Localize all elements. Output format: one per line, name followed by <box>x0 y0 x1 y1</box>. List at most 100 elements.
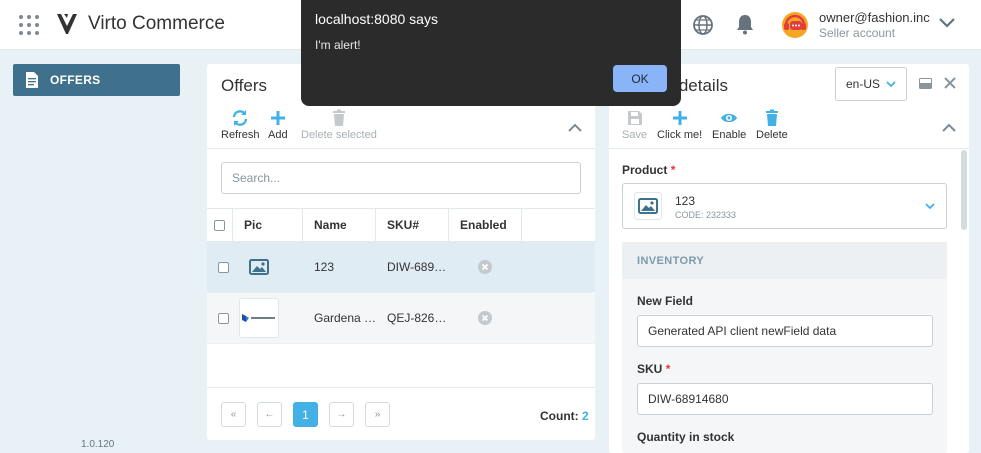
chevron-down-icon <box>925 203 935 210</box>
refresh-label: Refresh <box>221 129 260 141</box>
language-select[interactable]: en-US <box>835 67 907 101</box>
record-count: Count: 2 <box>540 409 589 423</box>
notifications-bell-icon[interactable] <box>735 13 755 35</box>
minimize-icon[interactable] <box>919 78 932 89</box>
click-me-button[interactable]: Click me! <box>657 109 702 141</box>
sidebar-item-offers[interactable]: OFFERS <box>13 64 180 96</box>
table-row[interactable]: Gardena … QEJ-826… <box>207 293 595 344</box>
name-cell: Gardena … <box>314 311 376 325</box>
enabled-cell <box>449 242 522 292</box>
offer-details-blade: er details en-US Save Click me! Enable D… <box>609 64 969 453</box>
offers-blade: Offers Refresh Add Delete selected Searc… <box>207 64 595 440</box>
new-field-input[interactable]: Generated API client newField data <box>637 315 933 347</box>
sku-cell: QEJ-826… <box>387 311 447 325</box>
offers-table: Pic Name SKU# Enabled 123 DIW-689… Garde… <box>207 208 595 344</box>
trash-icon <box>332 109 345 126</box>
row-thumbnail <box>239 298 279 338</box>
toolbar-divider <box>609 148 969 149</box>
pager-divider <box>207 387 595 388</box>
alert-dialog: localhost:8080 says I'm alert! OK <box>301 0 681 106</box>
last-page-button[interactable]: » <box>365 402 390 427</box>
delete-selected-button[interactable]: Delete selected <box>301 109 377 141</box>
chevron-down-icon[interactable] <box>938 17 956 29</box>
column-header-enabled[interactable]: Enabled <box>449 209 522 241</box>
delete-label: Delete <box>756 129 788 141</box>
next-page-button[interactable]: → <box>329 402 354 427</box>
chevron-down-icon <box>886 81 896 88</box>
add-button[interactable]: Add <box>268 109 288 141</box>
prev-page-button[interactable]: ← <box>257 402 282 427</box>
column-header-pic[interactable]: Pic <box>233 209 303 241</box>
plus-icon <box>270 111 285 125</box>
app-name: Virto Commerce <box>88 13 225 34</box>
column-header-spacer <box>522 209 595 241</box>
inventory-header[interactable]: INVENTORY <box>622 242 947 279</box>
document-icon <box>26 72 38 88</box>
disabled-x-icon <box>478 260 492 274</box>
select-all-cell <box>207 209 233 241</box>
column-header-name[interactable]: Name <box>303 209 376 241</box>
first-page-button[interactable]: « <box>221 402 246 427</box>
enable-button[interactable]: Enable <box>712 109 746 141</box>
row-checkbox[interactable] <box>218 261 229 273</box>
globe-icon[interactable] <box>692 14 714 36</box>
product-label-text: Product <box>622 163 668 177</box>
alert-message: I'm alert! <box>315 38 361 52</box>
disabled-x-icon <box>478 311 492 325</box>
product-code: CODE: 232333 <box>675 210 737 220</box>
quantity-label: Quantity in stock <box>637 430 735 444</box>
name-cell: 123 <box>314 260 335 274</box>
language-value: en-US <box>846 77 881 91</box>
ok-button[interactable]: OK <box>613 65 667 92</box>
save-label: Save <box>622 129 648 141</box>
user-email[interactable]: owner@fashion.inc <box>819 10 930 25</box>
search-input[interactable] <box>221 162 581 194</box>
count-value: 2 <box>582 409 589 423</box>
product-label: Product * <box>622 163 675 177</box>
save-icon <box>627 111 642 125</box>
row-check-cell <box>207 293 233 343</box>
click-me-label: Click me! <box>657 129 703 141</box>
close-icon[interactable] <box>944 77 956 89</box>
count-label: Count: <box>540 409 579 423</box>
sidebar-item-label: OFFERS <box>50 73 101 87</box>
eye-icon <box>721 113 738 123</box>
app-version: 1.0.120 <box>81 439 115 450</box>
refresh-icon <box>233 110 248 126</box>
pic-cell <box>233 242 303 292</box>
delete-selected-label: Delete selected <box>301 129 377 141</box>
toolbar-divider <box>207 148 595 149</box>
chevron-up-icon[interactable] <box>568 123 582 132</box>
pic-cell <box>233 293 303 343</box>
scrollbar[interactable] <box>961 150 967 230</box>
logo[interactable]: Virto Commerce <box>56 12 225 36</box>
sku-label-text: SKU <box>637 362 663 376</box>
plus-icon <box>672 111 687 125</box>
alert-title: localhost:8080 says <box>315 11 438 27</box>
enabled-cell <box>449 293 522 343</box>
sku-cell: DIW-689… <box>387 260 447 274</box>
row-thumbnail <box>239 247 279 287</box>
image-placeholder-icon <box>638 198 658 214</box>
user-role: Seller account <box>819 26 896 40</box>
column-header-sku[interactable]: SKU# <box>376 209 449 241</box>
user-avatar-icon[interactable] <box>780 10 810 40</box>
row-checkbox[interactable] <box>218 312 229 324</box>
refresh-button[interactable]: Refresh <box>221 109 260 141</box>
enable-label: Enable <box>712 129 747 141</box>
app-launcher-icon[interactable] <box>19 15 39 35</box>
product-name: 123 <box>675 194 696 208</box>
add-label: Add <box>268 129 288 141</box>
sku-label: SKU * <box>637 362 670 376</box>
delete-button[interactable]: Delete <box>756 109 788 141</box>
sku-input[interactable]: DIW-68914680 <box>637 383 933 415</box>
chevron-up-icon[interactable] <box>942 123 956 132</box>
save-button[interactable]: Save <box>622 109 647 141</box>
select-all-checkbox[interactable] <box>214 219 225 231</box>
product-select[interactable]: 123 CODE: 232333 <box>622 183 947 229</box>
page-1-button[interactable]: 1 <box>293 402 318 427</box>
product-thumbnail <box>634 192 662 220</box>
dynamics-365-logo-icon <box>242 314 275 322</box>
image-placeholder-icon <box>249 259 269 275</box>
table-row[interactable]: 123 DIW-689… <box>207 242 595 293</box>
